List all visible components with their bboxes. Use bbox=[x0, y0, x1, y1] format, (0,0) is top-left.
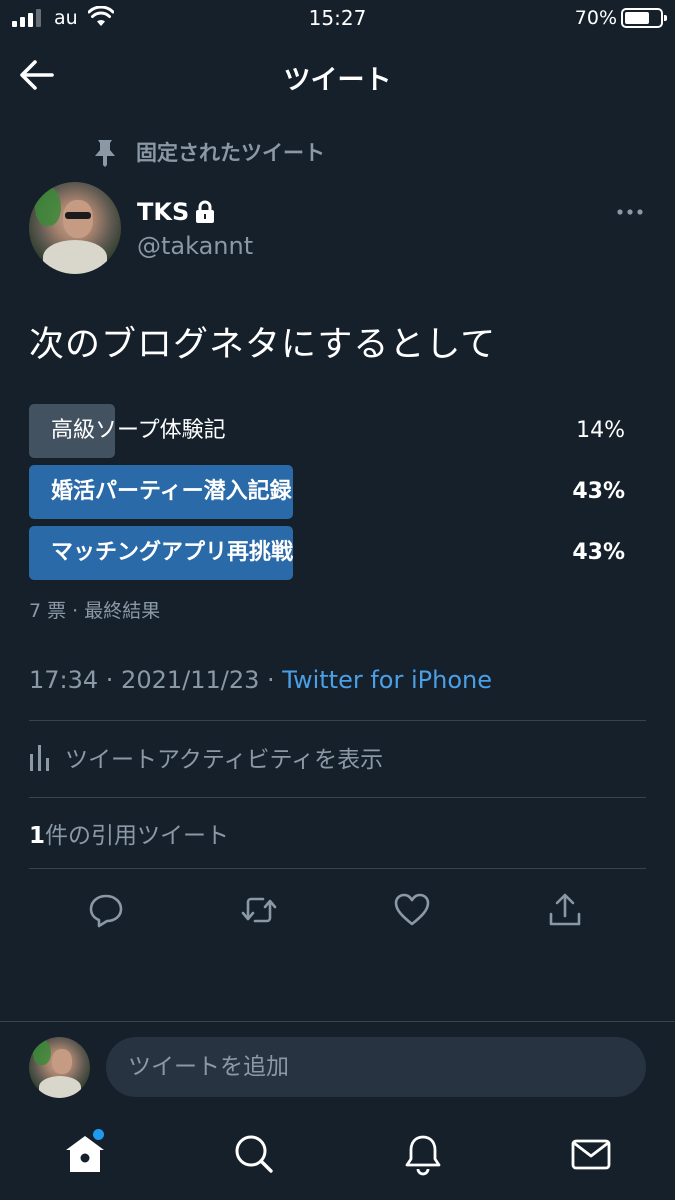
pinned-label: 固定されたツイート bbox=[136, 141, 325, 165]
search-icon[interactable] bbox=[232, 1132, 276, 1176]
author-handle[interactable]: @takannt bbox=[137, 232, 253, 260]
lock-icon bbox=[196, 200, 215, 223]
tweet-actions bbox=[0, 886, 675, 932]
poll-option: 高級ソープ体験記 14% bbox=[29, 404, 629, 458]
poll-option-percent: 14% bbox=[576, 418, 625, 443]
pin-icon bbox=[95, 140, 115, 167]
mail-icon[interactable] bbox=[569, 1132, 613, 1176]
bell-icon[interactable] bbox=[401, 1132, 445, 1176]
author-avatar[interactable] bbox=[29, 182, 121, 274]
tweet-activity-link[interactable]: ツイートアクティビティを表示 bbox=[29, 738, 383, 776]
poll-option-label: 高級ソープ体験記 bbox=[51, 418, 226, 443]
quote-tweets-link[interactable]: 1件の引用ツイート bbox=[29, 816, 229, 850]
more-options-icon[interactable] bbox=[615, 198, 645, 226]
poll-option: マッチングアプリ再挑戦 43% bbox=[29, 526, 629, 580]
top-nav: ツイート bbox=[0, 40, 675, 112]
pinned-indicator: 固定されたツイート bbox=[90, 136, 325, 168]
status-bar: au 15:27 70% bbox=[0, 0, 675, 40]
poll-meta: 7 票 · 最終結果 bbox=[29, 600, 161, 622]
poll-option: 婚活パーティー潜入記録 43% bbox=[29, 465, 629, 519]
timestamp-text: 17:34 · 2021/11/23 · bbox=[29, 666, 283, 694]
tweet-text: 次のブログネタにするとして bbox=[29, 325, 497, 365]
like-heart-icon[interactable] bbox=[392, 890, 432, 930]
battery-percent: 70% bbox=[574, 7, 617, 29]
page-title: ツイート bbox=[283, 65, 392, 96]
bottom-tab-bar bbox=[0, 1112, 675, 1200]
divider bbox=[0, 1021, 675, 1022]
divider bbox=[29, 797, 646, 798]
poll-option-label: 婚活パーティー潜入記録 bbox=[51, 479, 292, 504]
divider bbox=[29, 720, 646, 721]
tweet-activity-label[interactable]: ツイートアクティビティを表示 bbox=[65, 740, 383, 774]
new-activity-dot bbox=[93, 1129, 104, 1140]
retweet-icon[interactable] bbox=[239, 890, 279, 930]
tweet-timestamp: 17:34 · 2021/11/23 · Twitter for iPhone bbox=[29, 666, 492, 694]
divider bbox=[29, 868, 646, 869]
author-name[interactable]: TKS bbox=[137, 198, 189, 226]
poll-option-percent: 43% bbox=[572, 479, 625, 504]
clock: 15:27 bbox=[308, 6, 367, 30]
poll-option-label: マッチングアプリ再挑戦 bbox=[51, 540, 294, 565]
bar-chart-icon bbox=[30, 745, 49, 771]
source-link[interactable]: Twitter for iPhone bbox=[282, 666, 492, 694]
user-avatar[interactable] bbox=[29, 1037, 90, 1098]
battery-icon bbox=[621, 8, 667, 28]
poll-option-percent: 43% bbox=[572, 540, 625, 565]
author-name-row[interactable]: TKS bbox=[137, 198, 215, 226]
share-icon[interactable] bbox=[545, 890, 585, 930]
reply-input[interactable] bbox=[106, 1037, 646, 1097]
quote-label: 件の引用ツイート bbox=[45, 823, 230, 849]
reply-icon[interactable] bbox=[86, 890, 126, 930]
quote-count: 1 bbox=[29, 823, 46, 849]
